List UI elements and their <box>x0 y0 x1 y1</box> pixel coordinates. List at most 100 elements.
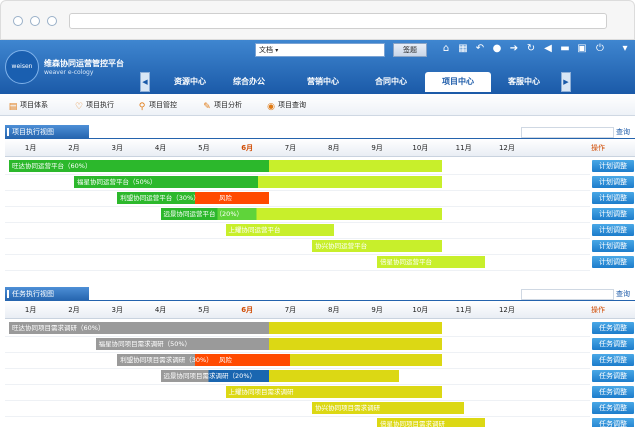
plan-adjust-button[interactable]: 计划调整 <box>592 208 634 220</box>
toolbar-project-analysis[interactable]: ✎ 项目分析 <box>202 99 242 112</box>
toolbar-project-execute[interactable]: ♡ 项目执行 <box>74 99 114 112</box>
row-divider <box>5 336 590 337</box>
link-icon: ⚲ <box>138 102 146 112</box>
back-icon[interactable]: ↶ <box>474 43 486 55</box>
menu-icon[interactable]: ▾ <box>619 43 631 55</box>
search-scope-label: 文档 <box>259 46 273 54</box>
month-label: 9月 <box>371 144 383 152</box>
bar-label: 协兴协同项目需求调研 <box>315 404 381 412</box>
tab-office[interactable]: 综合办公 <box>216 72 282 92</box>
toolbar-label: 项目查询 <box>278 101 306 109</box>
logo: weisen <box>5 50 39 84</box>
task-bar[interactable]: 远景协同项目需求调研（20%） <box>160 370 399 382</box>
bar-label: 旺达协同运营平台（60%） <box>12 162 92 170</box>
task-bar[interactable]: 倍星协同项目需求调研 <box>377 418 486 427</box>
refresh-icon[interactable]: ↻ <box>525 43 537 55</box>
forward-icon[interactable]: ➔ <box>508 43 520 55</box>
project-bar[interactable]: 远景协同运营平台（20%） <box>160 208 442 220</box>
tab-project-center[interactable]: 项目中心 <box>425 72 491 92</box>
project-toolbar: ▤ 项目体系 ♡ 项目执行 ⚲ 项目管控 ✎ 项目分析 ◉ 项目查询 <box>0 94 635 116</box>
grid-icon[interactable]: ▦ <box>457 43 469 55</box>
app-header: weisen 维森协同运营管控平台 weaver e-cology 文档 ▾ 签… <box>0 40 635 94</box>
search-button[interactable]: 签题 <box>393 43 427 57</box>
plan-adjust-button[interactable]: 计划调整 <box>592 176 634 188</box>
row-divider <box>5 222 590 223</box>
tab-marketing[interactable]: 营销中心 <box>290 72 356 92</box>
month-label: 1月 <box>24 306 37 314</box>
window-maximize-dot[interactable] <box>47 16 57 26</box>
task-bar[interactable]: 上耀协同项目需求调研 <box>225 386 442 398</box>
home-icon[interactable]: ⌂ <box>440 43 452 55</box>
plan-adjust-button[interactable]: 计划调整 <box>592 224 634 236</box>
task-adjust-button[interactable]: 任务调整 <box>592 402 634 414</box>
bar-label: 协兴协同运营平台 <box>315 242 368 250</box>
month-label: 10月 <box>412 306 429 314</box>
task-bar[interactable]: 协兴协同项目需求调研 <box>312 402 464 414</box>
task-bar[interactable]: 旺达协同项目需求调研（60%） <box>9 322 442 334</box>
risk-label: 风险 <box>219 194 232 202</box>
browser-chrome <box>0 0 635 40</box>
row-divider <box>5 238 590 239</box>
query-link[interactable]: 查询 <box>616 127 630 137</box>
project-execution-panel: 项目执行视图 查询 1月 2月 3月 4月 5月 6月 7月 8月 9月 10月 11月 12月 操作 … <box>0 125 635 275</box>
task-adjust-button[interactable]: 任务调整 <box>592 338 634 350</box>
task-bar[interactable]: 利盟协同项目需求调研（30%） 风险 <box>117 354 442 366</box>
panel-search-input[interactable] <box>521 289 614 300</box>
month-label: 12月 <box>498 144 515 152</box>
task-adjust-button[interactable]: 任务调整 <box>592 418 634 427</box>
panel-search-input[interactable] <box>521 127 614 138</box>
tag-icon[interactable]: ◀ <box>542 43 554 55</box>
row-divider <box>5 270 590 271</box>
expand-icon[interactable]: ▬ <box>559 43 571 55</box>
month-label: 11月 <box>455 306 472 314</box>
month-label: 7月 <box>284 144 297 152</box>
project-bar[interactable]: 旺达协同运营平台（60%） <box>9 160 442 172</box>
toolbar-project-system[interactable]: ▤ 项目体系 <box>8 99 48 112</box>
tab-customer-service[interactable]: 客服中心 <box>491 72 557 92</box>
plan-adjust-button[interactable]: 计划调整 <box>592 160 634 172</box>
bar-label: 上耀协同运营平台 <box>228 226 281 234</box>
project-bar[interactable]: 利盟协同运营平台（30%） 风险 <box>117 192 269 204</box>
project-bar[interactable]: 福星协同运营平台（50%） <box>73 176 442 188</box>
power-icon[interactable]: ⏻ <box>594 43 606 55</box>
plan-adjust-button[interactable]: 计划调整 <box>592 256 634 268</box>
bar-label: 福星协同运营平台（50%） <box>76 178 157 186</box>
tab-scroll-left[interactable]: ◀ <box>140 72 150 92</box>
row-divider <box>5 174 590 175</box>
plan-adjust-button[interactable]: 计划调整 <box>592 192 634 204</box>
toolbar-label: 项目管控 <box>149 101 177 109</box>
toolbar-project-query[interactable]: ◉ 项目查询 <box>266 99 306 112</box>
month-label: 8月 <box>328 306 340 314</box>
task-adjust-button[interactable]: 任务调整 <box>592 354 634 366</box>
task-adjust-button[interactable]: 任务调整 <box>592 386 634 398</box>
tab-scroll-right[interactable]: ▶ <box>561 72 571 92</box>
query-link[interactable]: 查询 <box>616 289 630 299</box>
month-label: 1月 <box>24 144 37 152</box>
row-divider <box>5 384 590 385</box>
tab-resource-center[interactable]: 资源中心 <box>157 72 223 92</box>
plan-adjust-button[interactable]: 计划调整 <box>592 240 634 252</box>
address-bar[interactable] <box>69 13 607 29</box>
toolbar-label: 项目分析 <box>214 101 242 109</box>
task-adjust-button[interactable]: 任务调整 <box>592 370 634 382</box>
task-adjust-button[interactable]: 任务调整 <box>592 322 634 334</box>
bar-label: 倍星协同项目需求调研 <box>380 420 446 427</box>
toolbar-project-control[interactable]: ⚲ 项目管控 <box>137 99 177 112</box>
user-icon[interactable]: ● <box>491 43 503 55</box>
search-scope-select[interactable]: 文档 ▾ <box>255 43 385 57</box>
heart-icon: ♡ <box>74 102 84 112</box>
bar-label: 倍星协同运营平台 <box>380 258 433 266</box>
bar-label: 上耀协同项目需求调研 <box>228 388 294 396</box>
tab-contract[interactable]: 合同中心 <box>358 72 424 92</box>
lock-icon[interactable]: ▣ <box>576 43 588 55</box>
project-bar[interactable]: 上耀协同运营平台 <box>225 224 334 236</box>
bar-label: 福星协同项目需求调研（50%） <box>98 340 192 348</box>
task-bar[interactable]: 福星协同项目需求调研（50%） <box>95 338 442 350</box>
project-bar[interactable]: 倍星协同运营平台 <box>377 256 486 268</box>
project-bar[interactable]: 协兴协同运营平台 <box>312 240 442 252</box>
window-minimize-dot[interactable] <box>30 16 40 26</box>
row-divider <box>5 400 590 401</box>
window-close-dot[interactable] <box>13 16 23 26</box>
pencil-icon: ✎ <box>203 102 211 112</box>
bar-label: 远景协同项目需求调研（20%） <box>163 372 256 380</box>
